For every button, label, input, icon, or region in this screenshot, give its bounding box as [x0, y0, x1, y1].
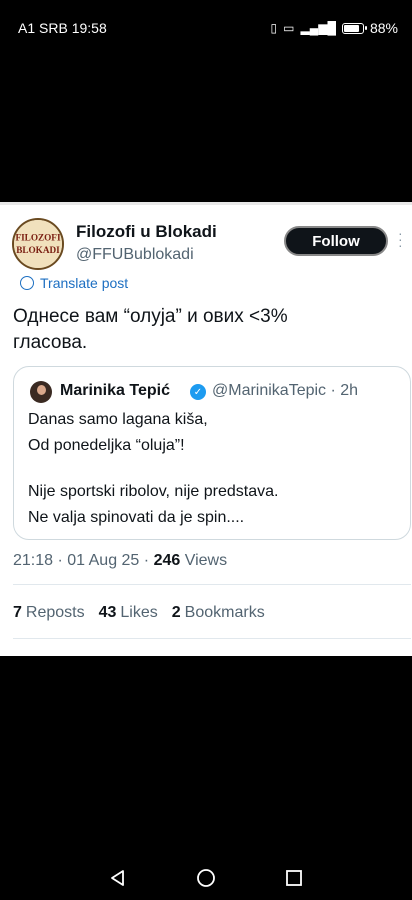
views-label: Views	[184, 552, 228, 569]
translate-label: Translate post	[40, 275, 129, 291]
bookmarks-label: Bookmarks	[184, 604, 265, 621]
quote-author-handle: @MarinikaTepic · 2h	[212, 382, 359, 399]
quote-author-name: Marinika Tepić	[60, 382, 170, 399]
author-handle[interactable]: @FFUBublokadi	[76, 246, 194, 264]
post-card: FILOZOFI BLOKADI Filozofi u Blokadi @FFU…	[0, 202, 412, 656]
views-count: 246	[153, 552, 181, 569]
quote-line4: Ne valja spinovati da je spin....	[28, 509, 245, 526]
quote-line3: Nije sportski ribolov, nije predstava.	[28, 483, 279, 500]
status-left: A1 SRB 19:58	[18, 20, 107, 36]
battery-percent: 88%	[369, 20, 398, 36]
bookmarks-count: 2	[171, 604, 181, 621]
author-name[interactable]: Filozofi u Blokadi	[76, 222, 217, 242]
divider-bottom	[13, 638, 411, 639]
reposts-stat[interactable]: 7 Reposts	[13, 604, 85, 622]
quote-line2: Od ponedeljka “oluja”!	[28, 437, 185, 454]
battery-icon	[341, 22, 367, 34]
quote-line1: Danas samo lagana kiša,	[28, 411, 208, 428]
post-text-line1: Однесе вам “олуја” и ових <3%	[13, 306, 288, 327]
avatar-text-bottom: BLOKADI	[16, 245, 60, 255]
likes-stat[interactable]: 43 Likes	[99, 604, 158, 622]
signal-4g-icon: ▂▄▆█	[300, 21, 336, 35]
translate-post-link[interactable]: Translate post	[20, 275, 128, 291]
post-text-line2: гласова.	[13, 332, 88, 353]
recents-icon[interactable]	[284, 868, 304, 888]
status-bar: A1 SRB 19:58 ▯ ▭ ▂▄▆█ 88%	[0, 0, 412, 56]
card-top-border	[0, 202, 412, 205]
post-timestamp[interactable]: 21:18 · 01 Aug 25 ·	[13, 552, 149, 569]
battery-fill	[343, 24, 359, 32]
avatar-logo: FILOZOFI BLOKADI	[14, 220, 62, 268]
likes-label: Likes	[120, 604, 158, 621]
home-icon[interactable]	[196, 868, 216, 888]
carrier-time: A1 SRB 19:58	[18, 20, 107, 36]
translate-icon	[20, 276, 34, 290]
reposts-count: 7	[13, 604, 22, 621]
system-nav-bar	[0, 855, 412, 900]
post-text: Однесе вам “олуја” и ових <3% гласова.	[13, 304, 393, 356]
bookmarks-stat[interactable]: 2 Bookmarks	[172, 604, 265, 622]
follow-button[interactable]: Follow	[284, 226, 388, 256]
divider-top	[13, 584, 411, 585]
quote-author-avatar	[30, 381, 52, 403]
engagement-stats: 7 Reposts 43 Likes 2 Bookmarks	[13, 604, 265, 622]
likes-count: 43	[98, 604, 117, 621]
more-options-icon[interactable]: · · ·	[398, 226, 403, 252]
status-right: ▯ ▭ ▂▄▆█ 88%	[271, 20, 398, 36]
vibrate-icon: ▯	[270, 21, 278, 35]
verified-badge-icon: ✓	[190, 384, 206, 400]
author-avatar[interactable]: FILOZOFI BLOKADI	[12, 218, 64, 270]
quoted-post[interactable]: Marinika Tepić ✓ @MarinikaTepic · 2h Dan…	[13, 366, 411, 540]
avatar-text-top: FILOZOFI	[15, 232, 60, 242]
post-meta: 21:18 · 01 Aug 25 · 246 Views	[13, 552, 227, 570]
volte-icon: ▭	[283, 21, 295, 35]
reposts-label: Reposts	[25, 604, 85, 621]
post-header: FILOZOFI BLOKADI Filozofi u Blokadi @FFU…	[12, 218, 403, 278]
back-icon[interactable]	[108, 868, 128, 888]
